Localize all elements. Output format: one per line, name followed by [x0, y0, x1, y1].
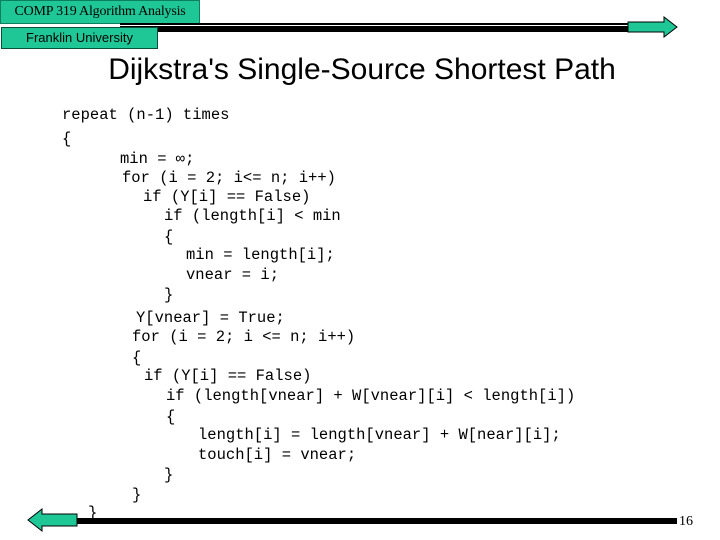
code-line: if (length[vnear] + W[vnear][i] < length… — [166, 387, 576, 405]
code-line: for (i = 2; i <= n; i++) — [132, 328, 356, 346]
page-number: 16 — [679, 514, 693, 529]
code-line: if (Y[i] == False) — [144, 367, 312, 385]
code-line: } — [164, 286, 174, 304]
code-line: repeat (n-1) times — [62, 106, 230, 124]
code-line: min = length[i]; — [186, 246, 335, 264]
code-line: min = ∞; — [120, 150, 195, 168]
code-line: Y[vnear] = True; — [136, 309, 285, 327]
header-rule-thick — [120, 26, 650, 32]
code-line: { — [62, 130, 72, 148]
slide-title: Dijkstra's Single-Source Shortest Path — [108, 53, 616, 86]
code-line: touch[i] = vnear; — [198, 446, 357, 464]
arrow-left-icon[interactable] — [24, 507, 80, 533]
code-line: if (length[i] < min — [164, 207, 341, 225]
footer-rule — [70, 518, 677, 524]
code-line: { — [132, 349, 142, 367]
course-label: COMP 319 Algorithm Analysis — [0, 0, 200, 24]
code-line: } — [132, 486, 142, 504]
code-line: if (Y[i] == False) — [143, 188, 311, 206]
arrow-right-icon[interactable] — [626, 16, 682, 38]
university-label: Franklin University — [1, 27, 158, 49]
code-line: { — [164, 228, 174, 246]
code-line: vnear = i; — [186, 266, 280, 284]
code-line: for (i = 2; i<= n; i++) — [122, 169, 336, 187]
code-line: { — [166, 408, 176, 426]
code-line: } — [164, 466, 174, 484]
code-line: length[i] = length[vnear] + W[near][i]; — [198, 426, 561, 444]
